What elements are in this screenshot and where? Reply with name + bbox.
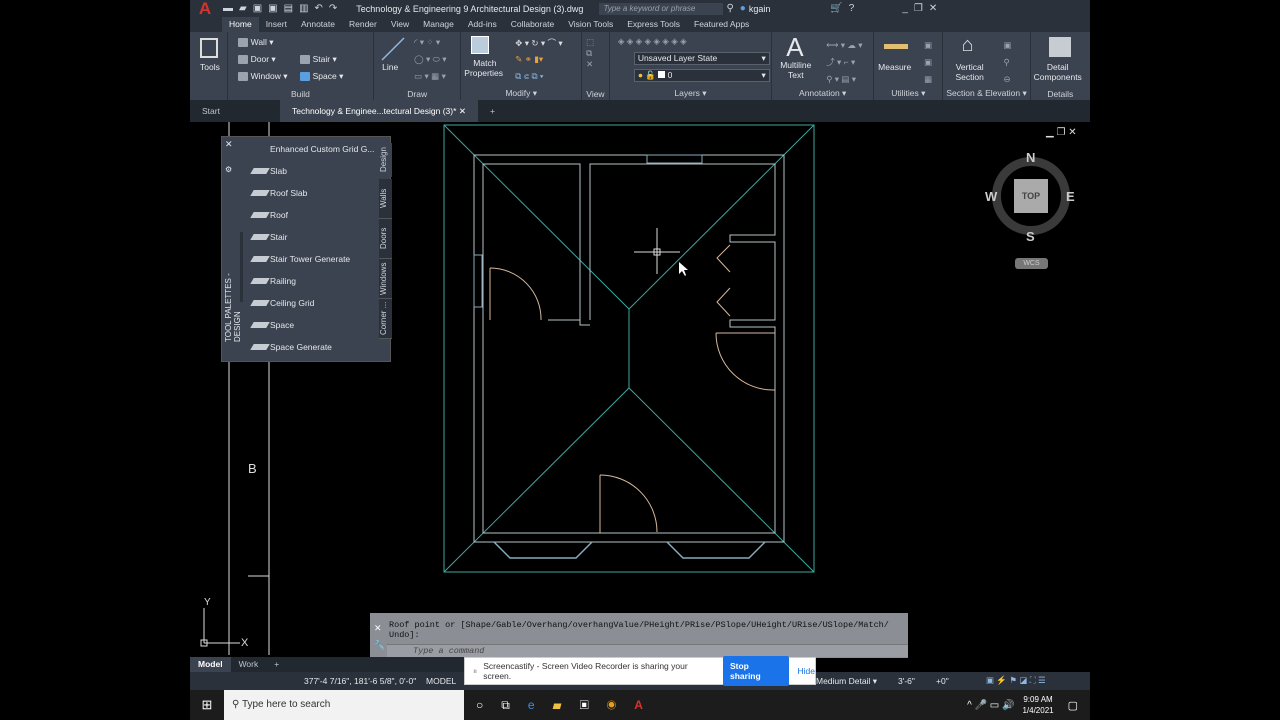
autocad-taskbar-icon: A <box>634 697 661 712</box>
wcs-menu[interactable]: WCS <box>1015 258 1048 269</box>
palette-tab-windows[interactable]: Windows <box>379 259 392 299</box>
status-toggle-icons[interactable]: ▣ ⚡ ⚑ ◪ ⛶ ☰ <box>986 675 1046 686</box>
command-input[interactable]: Type a command <box>387 644 908 657</box>
compass-south[interactable]: S <box>1026 229 1035 244</box>
ucs-icon <box>200 608 240 647</box>
stair-tower-icon <box>250 256 270 262</box>
offset-readout[interactable]: +0" <box>936 676 949 686</box>
edge-icon: e <box>527 697 553 712</box>
ceiling-grid-icon <box>250 300 270 306</box>
roof-slab-icon <box>250 190 270 196</box>
crosshair-cursor <box>634 228 680 274</box>
tab-model[interactable]: Model <box>190 657 231 672</box>
railing-icon <box>250 278 270 284</box>
roof-icon <box>250 212 270 218</box>
tab-work[interactable]: Work <box>231 657 267 672</box>
notifications-icon[interactable]: ▢ <box>1068 699 1078 712</box>
doors <box>489 244 776 533</box>
coordinates-readout[interactable]: 377'-4 7/16", 181'-6 5/8", 0'-0" <box>304 676 416 686</box>
slab-icon <box>250 168 270 174</box>
add-layout-button[interactable]: + <box>266 657 287 672</box>
palette-tab-doors[interactable]: Doors <box>379 219 392 259</box>
elevation-readout[interactable]: 3'-6" <box>898 676 915 686</box>
space-generate-icon <box>250 344 270 350</box>
ucs-y-label: Y <box>204 597 211 608</box>
command-history: Roof point or [Shape/Gable/Overhang/over… <box>389 620 889 640</box>
drawing-canvas[interactable]: B Y X <box>0 0 1280 660</box>
bay-windows <box>493 541 766 559</box>
palette-close-icon[interactable]: ✕ <box>225 139 233 150</box>
hide-button[interactable]: Hide <box>798 666 815 676</box>
drag-handle-icon[interactable]: ⏸ <box>473 666 477 677</box>
space-icon <box>250 322 270 328</box>
compass-west[interactable]: W <box>985 189 997 204</box>
clock[interactable]: 9:09 AM 1/4/2021 <box>1022 694 1053 716</box>
palette-tab-walls[interactable]: Walls <box>379 179 392 219</box>
compass-north[interactable]: N <box>1026 150 1035 165</box>
command-close-icon[interactable]: ✕ <box>374 623 382 634</box>
model-space-button[interactable]: MODEL <box>426 676 456 686</box>
viewcube-top-face[interactable]: TOP <box>1014 179 1048 213</box>
palette-settings-icon[interactable]: ⚙ <box>225 165 232 174</box>
mouse-pointer-icon <box>679 262 688 276</box>
ucs-x-label: X <box>241 637 249 649</box>
viewport-controls[interactable]: ▁ ❐ ✕ <box>1046 127 1077 138</box>
taskbar-apps[interactable]: ○⧉e▰▣◉A <box>476 698 661 713</box>
detail-level-dropdown[interactable]: Medium Detail ▾ <box>816 676 877 687</box>
task-view-icon: ⧉ <box>501 697 528 712</box>
command-customize-icon[interactable]: 🔧 <box>374 640 385 651</box>
stop-sharing-button[interactable]: Stop sharing <box>722 656 789 686</box>
palette-tab-corner[interactable]: Corner ... <box>379 299 392 339</box>
command-line: ✕ 🔧 Roof point or [Shape/Gable/Overhang/… <box>370 613 908 658</box>
screen-share-banner: ⏸ Screencastify - Screen Video Recorder … <box>464 656 816 686</box>
store-icon: ▣ <box>579 697 607 712</box>
chrome-icon: ◉ <box>606 697 635 712</box>
taskbar-search[interactable]: ⚲ Type here to search <box>224 690 464 720</box>
layout-tabs: Model Work + <box>190 657 470 672</box>
start-icon[interactable]: ⊞ <box>190 697 224 713</box>
palette-scrollbar[interactable] <box>240 232 243 302</box>
palette-tab-design[interactable]: Design <box>379 143 392 177</box>
grid-bubble-label: B <box>248 461 257 476</box>
system-tray-icons[interactable]: ^ 🎤 ▭ 🔊 <box>967 700 1014 711</box>
windows-taskbar: ⊞ ⚲ Type here to search ○⧉e▰▣◉A ^ 🎤 ▭ 🔊 … <box>190 690 1090 720</box>
compass-east[interactable]: E <box>1066 189 1075 204</box>
stair-icon <box>250 234 270 240</box>
roof-object <box>443 124 815 573</box>
file-explorer-icon: ▰ <box>552 697 580 712</box>
search-icon: ⚲ <box>232 699 240 710</box>
tool-palette: ✕ ⚙ TOOL PALETTES - DESIGN Enhanced Cust… <box>221 136 392 362</box>
cortana-icon: ○ <box>476 697 502 712</box>
